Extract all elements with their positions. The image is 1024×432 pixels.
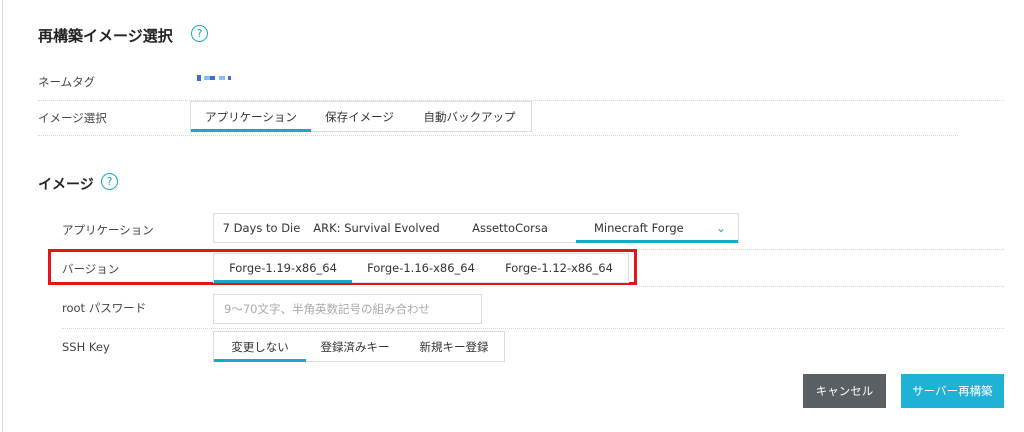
row-divider	[637, 286, 1004, 287]
root-password-label: root パスワード	[62, 301, 147, 315]
image-select-label: イメージ選択	[38, 111, 107, 125]
root-password-input[interactable]: 9〜70文字、半角英数記号の組み合わせ	[213, 294, 482, 324]
help-icon[interactable]: ?	[101, 173, 118, 190]
name-tag-label: ネームタグ	[38, 75, 96, 89]
application-tabs: 7 Days to Die ARK: Survival Evolved Asse…	[213, 213, 739, 243]
tab-forge-1-16[interactable]: Forge-1.16-x86_64	[352, 254, 490, 282]
tab-new-key[interactable]: 新規キー登録	[404, 332, 504, 361]
version-tabs: Forge-1.19-x86_64 Forge-1.16-x86_64 Forg…	[213, 253, 629, 283]
tab-no-change[interactable]: 変更しない	[214, 332, 306, 362]
tab-registered-key[interactable]: 登録済みキー	[306, 332, 404, 361]
chevron-down-icon[interactable]: ⌄	[716, 221, 726, 235]
page-title: 再構築イメージ選択	[38, 27, 173, 45]
name-tag-value-masked	[197, 70, 231, 84]
application-label: アプリケーション	[62, 223, 154, 237]
tab-ark-survival-evolved[interactable]: ARK: Survival Evolved	[309, 214, 444, 242]
image-section-title: イメージ	[38, 177, 94, 193]
tab-saved-image[interactable]: 保存イメージ	[311, 102, 408, 131]
left-border	[2, 0, 3, 432]
tab-application[interactable]: アプリケーション	[191, 102, 311, 132]
tab-auto-backup[interactable]: 自動バックアップ	[408, 102, 531, 131]
help-icon[interactable]: ?	[191, 25, 208, 42]
image-select-tabs: アプリケーション 保存イメージ 自動バックアップ	[190, 101, 532, 132]
tab-minecraft-forge[interactable]: Minecraft Forge ⌄	[576, 214, 738, 243]
ssh-key-tabs: 変更しない 登録済みキー 新規キー登録	[213, 331, 505, 362]
tab-7-days-to-die[interactable]: 7 Days to Die	[214, 214, 309, 242]
rebuild-server-button[interactable]: サーバー再構築	[901, 374, 1004, 408]
row-divider	[62, 328, 1004, 329]
tab-forge-1-12[interactable]: Forge-1.12-x86_64	[490, 254, 628, 282]
ssh-key-label: SSH Key	[62, 340, 110, 354]
tab-assettocorsa[interactable]: AssettoCorsa	[444, 214, 576, 242]
version-label: バージョン	[62, 262, 120, 276]
row-divider	[38, 135, 958, 136]
tab-minecraft-forge-label: Minecraft Forge	[594, 221, 684, 235]
cancel-button[interactable]: キャンセル	[803, 374, 886, 408]
tab-forge-1-19[interactable]: Forge-1.19-x86_64	[214, 254, 352, 283]
